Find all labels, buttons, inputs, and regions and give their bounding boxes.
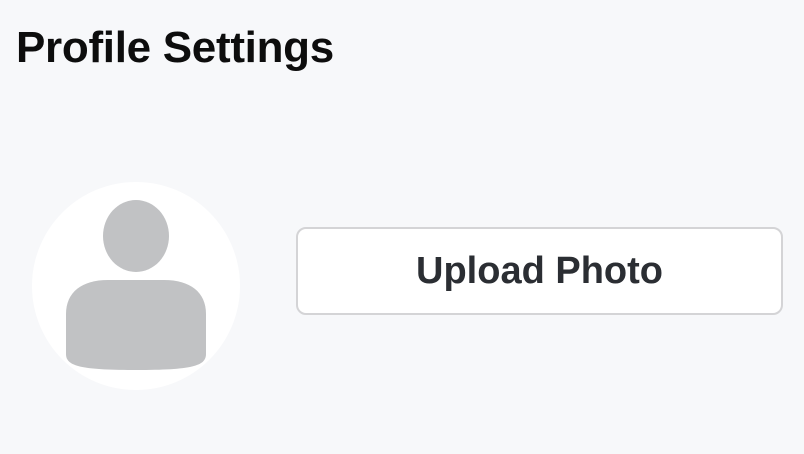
avatar[interactable] bbox=[32, 182, 240, 390]
person-placeholder-icon bbox=[66, 200, 206, 370]
page-title: Profile Settings bbox=[16, 23, 334, 72]
upload-photo-button[interactable]: Upload Photo bbox=[296, 227, 783, 315]
